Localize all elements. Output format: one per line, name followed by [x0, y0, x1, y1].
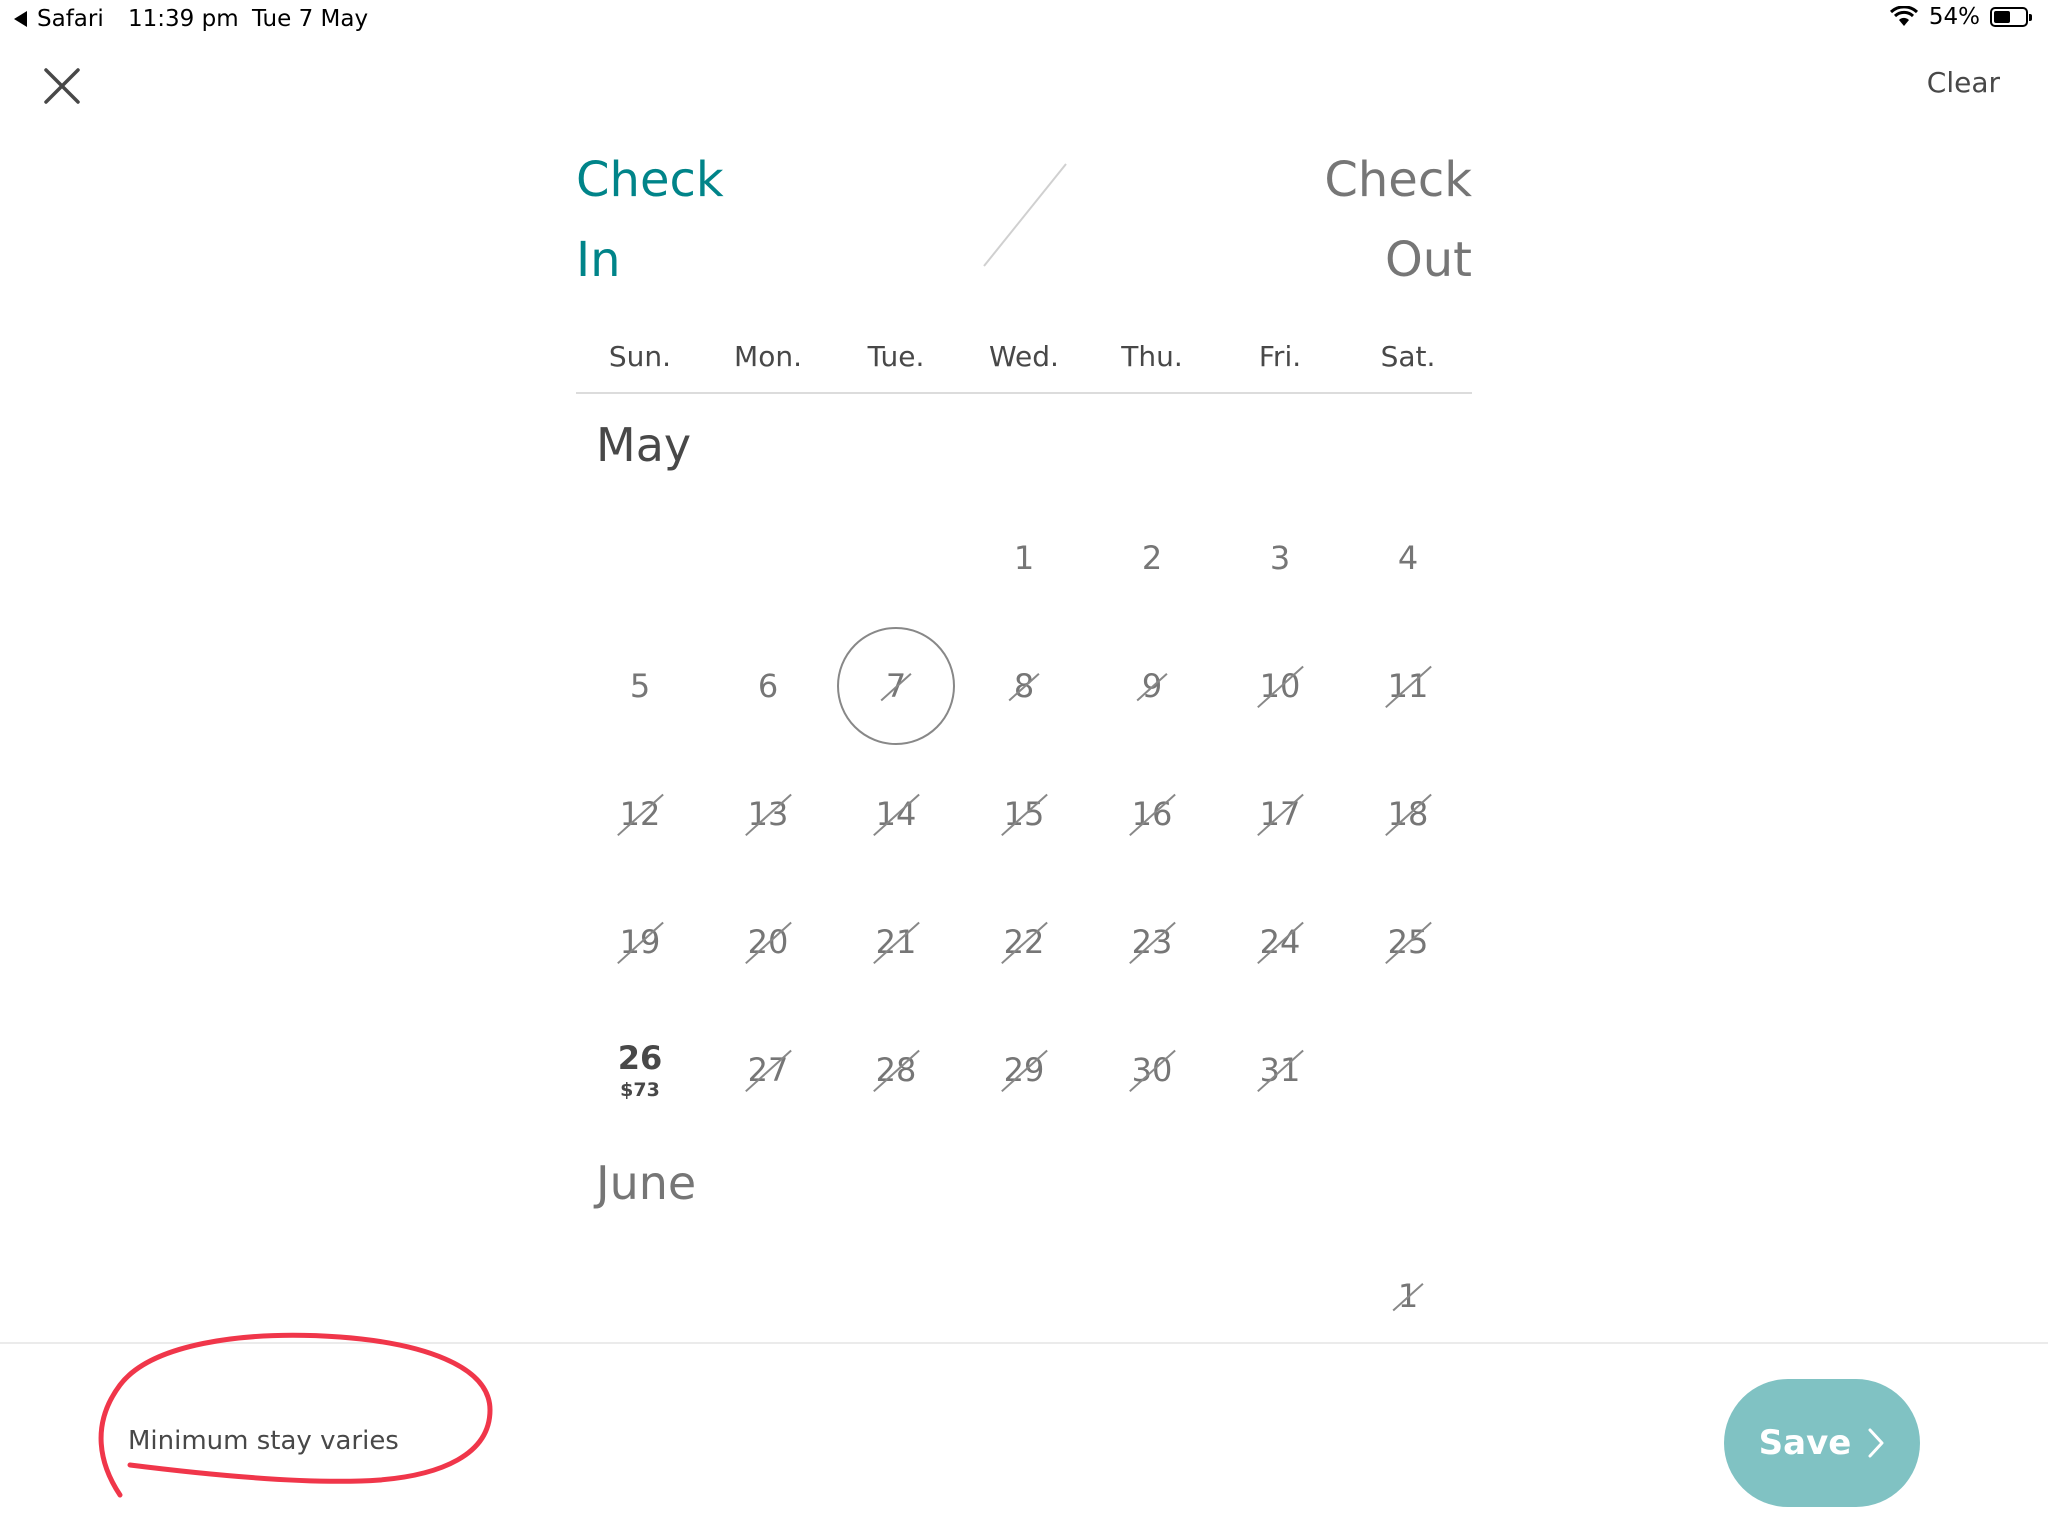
date-divider-slash: [983, 163, 1067, 267]
calendar-day: 11: [1344, 622, 1472, 750]
day-number: 13: [747, 795, 789, 833]
check-out-label-line2: Out: [1384, 232, 1472, 288]
calendar-day: 29: [960, 1006, 1088, 1134]
calendar-day[interactable]: 4: [1344, 494, 1472, 622]
day-number: 19: [619, 923, 661, 961]
weekday-thu: Thu.: [1121, 340, 1183, 373]
day-number: 9: [1141, 667, 1163, 705]
calendar-day: 12: [576, 750, 704, 878]
calendar-day[interactable]: 26 $73: [576, 1006, 704, 1134]
chevron-right-icon: [1868, 1428, 1884, 1458]
calendar-day: 30: [1088, 1006, 1216, 1134]
day-number: 18: [1387, 795, 1429, 833]
check-in-label-line2: In: [576, 232, 621, 288]
day-number: 29: [1003, 1051, 1045, 1089]
save-button[interactable]: Save: [1724, 1379, 1920, 1507]
calendar-day: 13: [704, 750, 832, 878]
day-number: 1: [1397, 1277, 1419, 1315]
calendar-day[interactable]: 5: [576, 622, 704, 750]
save-label: Save: [1758, 1423, 1852, 1463]
day-number: 7: [885, 667, 907, 705]
weekday-sat: Sat.: [1380, 340, 1436, 373]
day-number: 17: [1259, 795, 1301, 833]
red-circle-annotation: [98, 1332, 493, 1498]
day-number: 20: [747, 923, 789, 961]
status-bar: Safari 11:39 pm Tue 7 May 54%: [0, 0, 2048, 40]
check-out-field[interactable]: Check Out: [1324, 140, 1472, 300]
close-icon: [44, 68, 80, 104]
check-in-label-line1: Check: [576, 152, 724, 208]
day-number: 30: [1131, 1051, 1173, 1089]
day-number: 8: [1013, 667, 1035, 705]
day-number: 25: [1387, 923, 1429, 961]
month-title-june: June: [596, 1156, 697, 1210]
battery-percent: 54%: [1928, 4, 1980, 30]
back-arrow-icon: [14, 11, 27, 27]
day-number: 27: [747, 1051, 789, 1089]
calendar-day: 1: [1344, 1232, 1472, 1360]
day-number: 2: [1141, 539, 1163, 577]
day-number: 28: [875, 1051, 917, 1089]
day-number: 1: [1013, 539, 1035, 577]
weekday-header: Sun. Mon. Tue. Wed. Thu. Fri. Sat.: [576, 340, 1472, 394]
battery-icon: [1990, 7, 2032, 27]
month-title-may: May: [596, 418, 692, 472]
calendar-day[interactable]: 3: [1216, 494, 1344, 622]
calendar-day[interactable]: 7: [832, 622, 960, 750]
date: Tue 7 May: [252, 6, 369, 32]
calendar-day: 20: [704, 878, 832, 1006]
day-number: 12: [619, 795, 661, 833]
wifi-icon: [1889, 6, 1918, 26]
day-number: 3: [1269, 539, 1291, 577]
calendar-day: 23: [1088, 878, 1216, 1006]
calendar-day: 19: [576, 878, 704, 1006]
close-button[interactable]: [38, 62, 86, 110]
calendar-day: 28: [832, 1006, 960, 1134]
day-number: 15: [1003, 795, 1045, 833]
calendar-day[interactable]: 2: [1088, 494, 1216, 622]
calendar-day: 31: [1216, 1006, 1344, 1134]
day-number: 21: [875, 923, 917, 961]
weekday-fri: Fri.: [1258, 340, 1302, 373]
day-number: 16: [1131, 795, 1173, 833]
back-to-app[interactable]: Safari: [14, 6, 104, 32]
clock: 11:39 pm: [128, 6, 239, 32]
day-number: 26: [617, 1039, 663, 1077]
day-number: 5: [629, 667, 651, 705]
check-in-field[interactable]: Check In: [576, 140, 724, 300]
back-app-label: Safari: [37, 6, 104, 32]
day-number: 10: [1259, 667, 1301, 705]
calendar-day: 24: [1216, 878, 1344, 1006]
weekday-wed: Wed.: [989, 340, 1059, 373]
day-price: $73: [620, 1079, 660, 1101]
clear-button[interactable]: Clear: [1927, 66, 2000, 99]
calendar-day: 14: [832, 750, 960, 878]
day-number: 6: [757, 667, 779, 705]
calendar-day: 18: [1344, 750, 1472, 878]
day-number: 11: [1387, 667, 1429, 705]
day-number: 22: [1003, 923, 1045, 961]
calendar-day: 9: [1088, 622, 1216, 750]
day-number: 31: [1259, 1051, 1301, 1089]
day-number: 14: [875, 795, 917, 833]
day-number: 23: [1131, 923, 1173, 961]
calendar-day: 27: [704, 1006, 832, 1134]
calendar-day: 21: [832, 878, 960, 1006]
weekday-sun: Sun.: [608, 340, 672, 373]
calendar-day: 16: [1088, 750, 1216, 878]
calendar-day: 10: [1216, 622, 1344, 750]
day-number: 24: [1259, 923, 1301, 961]
weekday-tue: Tue.: [867, 340, 925, 373]
calendar-day[interactable]: 1: [960, 494, 1088, 622]
check-out-label-line1: Check: [1324, 152, 1472, 208]
calendar-day: 8: [960, 622, 1088, 750]
calendar-day: 15: [960, 750, 1088, 878]
weekday-mon: Mon.: [734, 340, 802, 373]
calendar-day: 25: [1344, 878, 1472, 1006]
day-number: 4: [1397, 539, 1419, 577]
calendar-day: 22: [960, 878, 1088, 1006]
calendar-day: 17: [1216, 750, 1344, 878]
calendar-day[interactable]: 6: [704, 622, 832, 750]
